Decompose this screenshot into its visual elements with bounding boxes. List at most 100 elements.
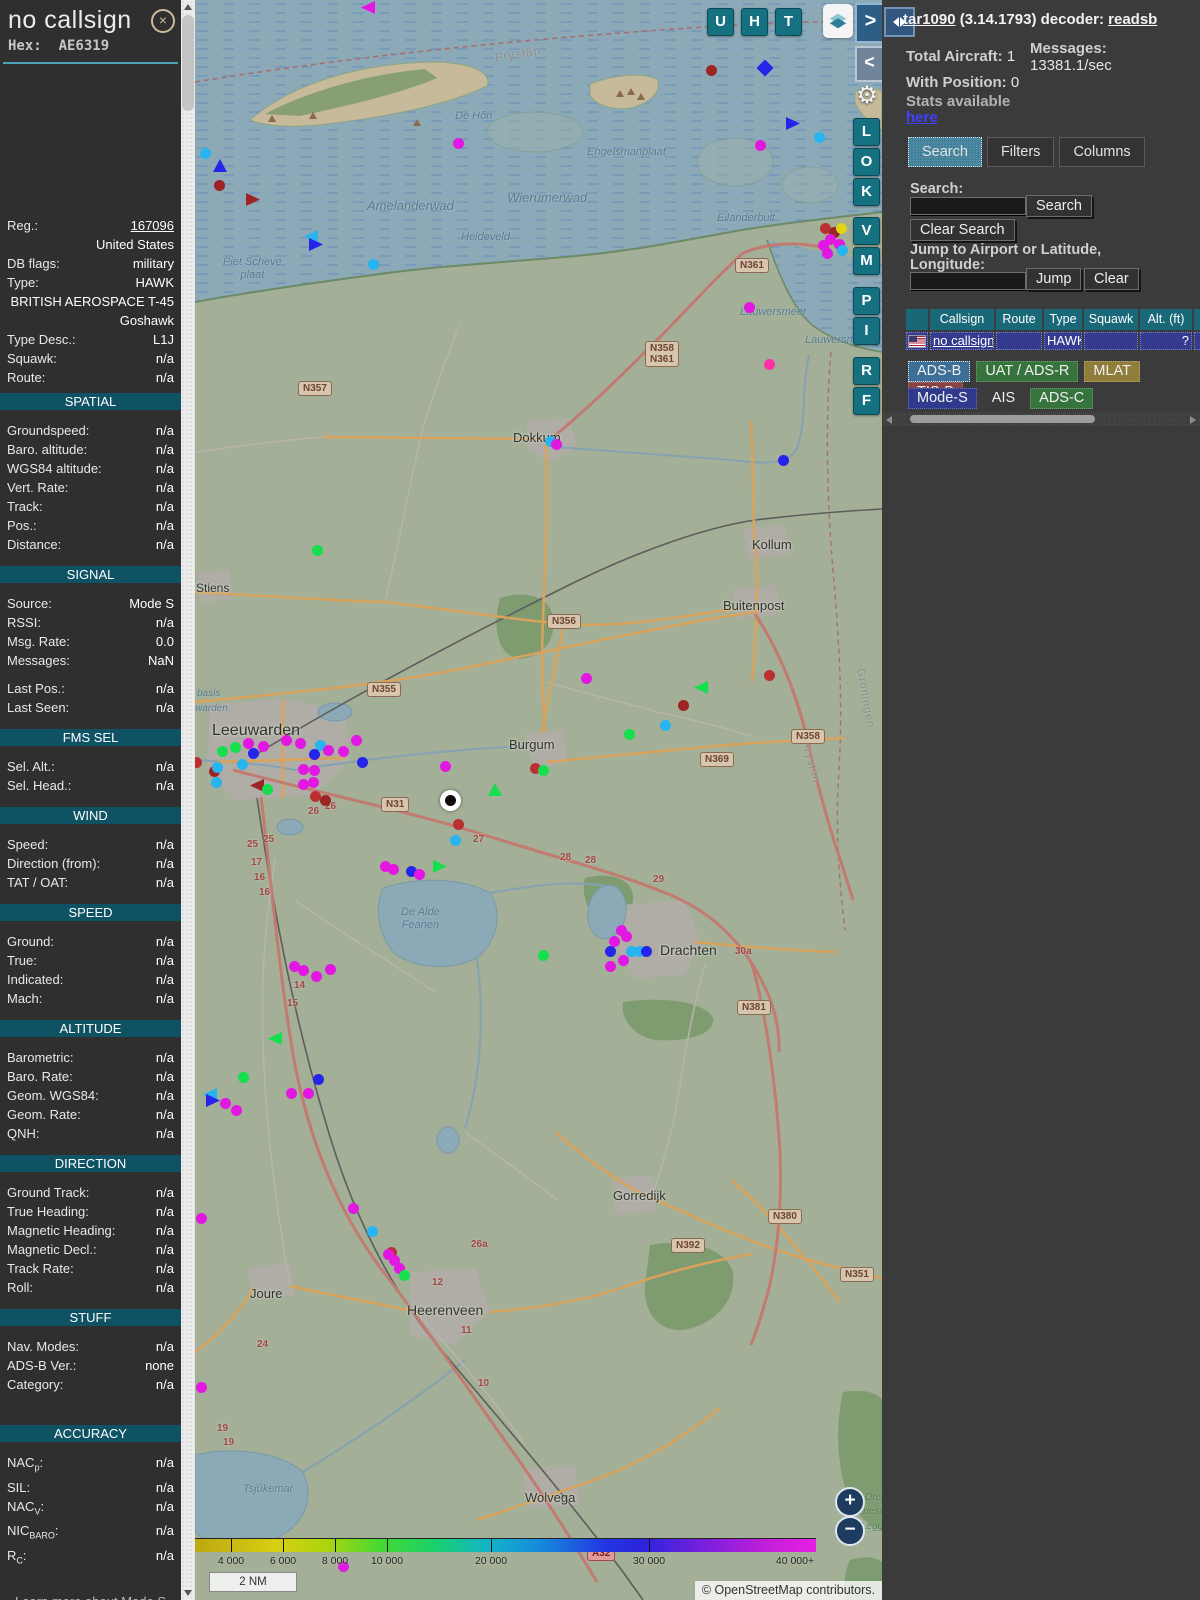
marker-dot[interactable] — [294, 737, 306, 749]
marker-dot[interactable] — [310, 970, 322, 982]
marker-dot[interactable] — [580, 672, 592, 684]
close-icon[interactable]: × — [151, 9, 175, 33]
map-button-i[interactable]: I — [853, 317, 880, 345]
jump-clear-button[interactable]: Clear — [1084, 268, 1139, 290]
marker-dot[interactable] — [297, 763, 309, 775]
table-header-altft[interactable]: Alt. (ft) — [1140, 309, 1192, 330]
callsign-link[interactable]: no callsign — [933, 333, 993, 348]
marker-dot[interactable] — [219, 1097, 231, 1109]
marker-dot[interactable] — [763, 669, 775, 681]
marker-dot[interactable] — [777, 454, 789, 466]
map-button-u[interactable]: U — [707, 8, 734, 36]
map-button-p[interactable]: P — [853, 287, 880, 315]
stats-link[interactable]: here — [906, 109, 938, 126]
marker-dot[interactable] — [398, 1269, 410, 1281]
marker-dot[interactable] — [324, 963, 336, 975]
marker-dot[interactable] — [312, 1073, 324, 1085]
marker-dot[interactable] — [620, 930, 632, 942]
sidebar-scrollbar[interactable] — [181, 0, 195, 1600]
map-button-l[interactable]: L — [853, 118, 880, 146]
marker-dot[interactable] — [322, 744, 334, 756]
flag-cell[interactable] — [906, 332, 928, 350]
map-button-m[interactable]: M — [853, 247, 880, 275]
scroll-left-icon[interactable] — [886, 416, 892, 424]
search-button[interactable]: Search — [1026, 195, 1092, 217]
marker-dot[interactable] — [230, 1104, 242, 1116]
marker-dot[interactable] — [754, 139, 766, 151]
badge-uat-ads-r[interactable]: UAT / ADS-R — [976, 361, 1079, 382]
clear-search-button[interactable]: Clear Search — [910, 219, 1015, 241]
selected-aircraft-marker[interactable] — [440, 790, 461, 811]
marker-dot[interactable] — [216, 745, 228, 757]
marker-dot[interactable] — [297, 778, 309, 790]
marker-dot[interactable] — [413, 868, 425, 880]
marker-dot[interactable] — [195, 1212, 207, 1224]
map-button-v[interactable]: V — [853, 217, 880, 245]
marker-dot[interactable] — [356, 756, 368, 768]
marker-dot[interactable] — [367, 258, 379, 270]
marker-dot[interactable] — [449, 834, 461, 846]
marker-dot[interactable] — [285, 1087, 297, 1099]
badge-mlat[interactable]: MLAT — [1084, 361, 1140, 382]
marker-dot[interactable] — [350, 734, 362, 746]
map-button-k[interactable]: K — [853, 178, 880, 206]
marker-dot[interactable] — [387, 863, 399, 875]
tab-filters[interactable]: Filters — [986, 137, 1055, 167]
table-cell[interactable]: ? — [1140, 332, 1192, 350]
table-header-route[interactable]: Route — [996, 309, 1042, 330]
marker-dot[interactable] — [261, 783, 273, 795]
jump-button[interactable]: Jump — [1026, 268, 1082, 290]
badge-ads-b[interactable]: ADS-B — [908, 361, 971, 382]
marker-dot[interactable] — [617, 954, 629, 966]
marker-dot[interactable] — [439, 760, 451, 772]
marker-dot[interactable] — [309, 790, 321, 802]
marker-dot[interactable] — [821, 247, 833, 259]
table-header-type[interactable]: Type — [1044, 309, 1082, 330]
marker-dot[interactable] — [237, 1071, 249, 1083]
badge-ais[interactable]: AIS — [983, 388, 1024, 409]
marker-dot[interactable] — [236, 758, 248, 770]
marker-dot[interactable] — [195, 1381, 207, 1393]
marker-dot[interactable] — [211, 761, 223, 773]
badge-mode-s[interactable]: Mode-S — [908, 388, 977, 409]
marker-dot[interactable] — [763, 358, 775, 370]
table-cell[interactable]: HAWK — [1044, 332, 1082, 350]
marker-dot[interactable] — [813, 131, 825, 143]
zoom-out-button[interactable]: − — [835, 1516, 865, 1546]
marker-dot[interactable] — [835, 222, 847, 234]
marker-dot[interactable] — [308, 764, 320, 776]
marker-dot[interactable] — [366, 1225, 378, 1237]
marker-dot[interactable] — [604, 945, 616, 957]
map-button-o[interactable]: O — [853, 148, 880, 176]
marker-dot[interactable] — [229, 741, 241, 753]
collapse-panel-button[interactable]: < — [855, 46, 882, 82]
marker-dot[interactable] — [452, 137, 464, 149]
table-cell[interactable]: no callsign — [930, 332, 994, 350]
marker-dot[interactable] — [640, 945, 652, 957]
map-button-r[interactable]: R — [853, 357, 880, 385]
decoder-link[interactable]: readsb — [1108, 11, 1157, 28]
marker-dot[interactable] — [705, 64, 717, 76]
zoom-in-button[interactable]: + — [835, 1487, 865, 1517]
marker-dot[interactable] — [213, 179, 225, 191]
table-header-squawk[interactable]: Squawk — [1084, 309, 1138, 330]
marker-dot[interactable] — [199, 147, 211, 159]
gear-icon[interactable]: ⚙ — [853, 82, 881, 110]
map-button-h[interactable]: H — [741, 8, 768, 36]
tab-search[interactable]: Search — [908, 137, 982, 167]
table-horizontal-scrollbar[interactable] — [882, 412, 1200, 426]
marker-dot[interactable] — [677, 699, 689, 711]
marker-dot[interactable] — [195, 756, 202, 768]
marker-dot[interactable] — [608, 935, 620, 947]
scrollbar-thumb[interactable] — [182, 15, 194, 111]
marker-dot[interactable] — [550, 438, 562, 450]
registration-link[interactable]: 167096 — [131, 216, 174, 235]
marker-dot[interactable] — [297, 964, 309, 976]
marker-dot[interactable] — [604, 960, 616, 972]
table-header-flag[interactable] — [906, 309, 928, 330]
marker-dot[interactable] — [319, 794, 331, 806]
search-input[interactable] — [910, 197, 1026, 215]
marker-dot[interactable] — [247, 747, 259, 759]
marker-dot[interactable] — [307, 776, 319, 788]
marker-dot[interactable] — [836, 244, 848, 256]
